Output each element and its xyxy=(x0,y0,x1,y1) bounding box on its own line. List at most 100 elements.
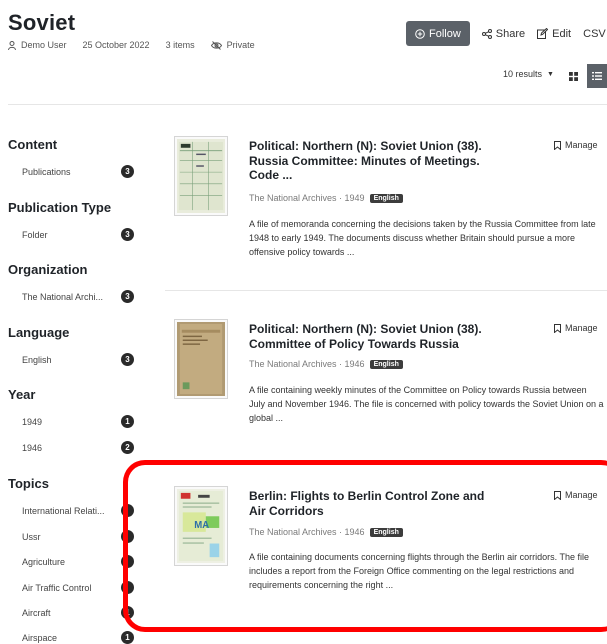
owner-name: Demo User xyxy=(21,40,67,50)
facet-count-badge: 3 xyxy=(121,165,134,178)
edit-label: Edit xyxy=(552,27,572,40)
facet-item-1949[interactable]: 1949 1 xyxy=(22,415,134,428)
result-description: A file containing documents concerning f… xyxy=(249,552,590,590)
result-source: The National Archives · 1949 xyxy=(249,193,365,203)
result-title-line: Air Corridors xyxy=(249,503,324,518)
facet-item-aircraft[interactable]: Aircraft 1 xyxy=(22,606,134,619)
edit-icon xyxy=(537,28,549,39)
items-count: 3 items xyxy=(165,40,195,50)
collection-date: 25 October 2022 xyxy=(82,40,150,50)
manage-label: Manage xyxy=(565,140,598,150)
facet-item-air-traffic-control[interactable]: Air Traffic Control xyxy=(22,581,134,594)
facet-item-label: Airspace xyxy=(22,632,58,643)
facet-item-publications[interactable]: Publications 3 xyxy=(22,165,134,178)
thumbnail-stamp-text: MA xyxy=(194,520,209,531)
result-meta: The National Archives · 1946 English xyxy=(249,359,403,369)
facet-item-label: The National Archi... xyxy=(22,291,104,302)
facet-heading-publication-type: Publication Type xyxy=(8,200,112,215)
csv-button[interactable]: CSV xyxy=(583,21,606,46)
facet-count-badge xyxy=(121,581,134,594)
facet-item-agriculture[interactable]: Agriculture xyxy=(22,555,134,568)
facet-heading-year: Year xyxy=(8,387,36,402)
bookmark-icon xyxy=(554,490,561,500)
result-source: The National Archives · 1946 xyxy=(249,527,365,537)
plus-circle-icon xyxy=(415,28,425,39)
list-view-button[interactable] xyxy=(587,64,607,88)
share-icon xyxy=(481,28,492,39)
facet-heading-content: Content xyxy=(8,137,58,152)
result-title-line: Berlin: Flights to Berlin Control Zone a… xyxy=(249,489,485,503)
facet-item-international-relations[interactable]: International Relati... xyxy=(22,504,134,517)
facet-count-badge: 1 xyxy=(121,606,134,619)
result-meta: The National Archives · 1946 English xyxy=(249,527,403,537)
bookmark-icon xyxy=(554,323,561,333)
results-per-page-value: 10 results xyxy=(503,69,543,79)
facet-item-english[interactable]: English 3 xyxy=(22,353,134,366)
edit-button[interactable]: Edit xyxy=(537,21,571,46)
document-thumbnail-image xyxy=(177,139,225,213)
result-title[interactable]: Political: Northern (N): Soviet Union (3… xyxy=(249,139,519,183)
manage-label: Manage xyxy=(565,490,598,500)
header-divider xyxy=(8,104,607,105)
result-title-line: Russia Committee: Minutes of Meetings. xyxy=(249,153,480,168)
language-badge: English xyxy=(369,359,403,369)
grid-view-button[interactable] xyxy=(566,68,580,84)
facet-item-label: 1946 xyxy=(22,442,43,453)
facet-count-badge: 1 xyxy=(121,631,134,644)
language-badge: English xyxy=(369,193,403,203)
facet-count-badge: 3 xyxy=(121,353,134,366)
collection-meta: Demo User 25 October 2022 3 items Privat… xyxy=(8,40,255,50)
facet-heading-organization: Organization xyxy=(8,262,88,277)
facet-count-badge xyxy=(121,555,134,568)
facet-item-ussr[interactable]: Ussr xyxy=(22,530,134,543)
list-view-icon xyxy=(592,72,602,80)
manage-button[interactable]: Manage xyxy=(554,140,598,150)
result-thumbnail[interactable] xyxy=(174,319,228,399)
result-divider xyxy=(165,290,607,291)
visibility-label: Private xyxy=(226,40,255,50)
facet-item-folder[interactable]: Folder 3 xyxy=(22,228,134,241)
caret-down-icon: ▼ xyxy=(547,70,554,78)
facet-item-label: Folder xyxy=(22,229,48,240)
owner[interactable]: Demo User xyxy=(8,40,67,50)
grid-view-icon xyxy=(568,71,578,81)
result-title-line: Political: Northern (N): Soviet Union (3… xyxy=(249,322,482,336)
manage-button[interactable]: Manage xyxy=(554,323,598,333)
result-title-line: Committee of Policy Towards Russia xyxy=(249,336,459,351)
share-button[interactable]: Share xyxy=(481,21,526,46)
result-thumbnail[interactable] xyxy=(174,136,228,216)
result-title-line: Political: Northern (N): Soviet Union (3… xyxy=(249,139,482,153)
follow-button[interactable]: Follow xyxy=(406,21,470,46)
result-title-line: Code ... xyxy=(249,168,293,182)
eye-slash-icon xyxy=(210,40,222,50)
results-per-page-select[interactable]: 10 results ▼ xyxy=(503,69,554,79)
header-actions: Follow Share Edit CSV xyxy=(406,21,606,46)
user-icon xyxy=(8,40,16,50)
bookmark-icon xyxy=(554,140,561,150)
document-thumbnail-image: MA xyxy=(177,489,225,563)
manage-label: Manage xyxy=(565,323,598,333)
facet-count-badge: 3 xyxy=(121,290,134,303)
share-label: Share xyxy=(495,27,526,40)
facet-count-badge: 1 xyxy=(121,415,134,428)
result-title[interactable]: Berlin: Flights to Berlin Control Zone a… xyxy=(249,489,519,518)
facet-item-label: 1949 xyxy=(22,416,43,427)
facet-item-label: International Relati... xyxy=(22,505,105,516)
csv-label: CSV xyxy=(583,27,606,40)
result-title[interactable]: Political: Northern (N): Soviet Union (3… xyxy=(249,322,519,351)
manage-button[interactable]: Manage xyxy=(554,490,598,500)
language-badge: English xyxy=(369,527,403,537)
facet-item-airspace[interactable]: Airspace 1 xyxy=(22,631,134,644)
facet-item-1946[interactable]: 1946 2 xyxy=(22,441,134,454)
result-item: Political: Northern (N): Soviet Union (3… xyxy=(165,130,607,290)
result-item: Political: Northern (N): Soviet Union (3… xyxy=(165,313,607,473)
follow-label: Follow xyxy=(429,27,461,40)
facet-item-national-archives[interactable]: The National Archi... 3 xyxy=(22,290,134,303)
visibility: Private xyxy=(210,40,255,50)
facet-count-badge xyxy=(121,504,134,517)
facet-count-badge: 3 xyxy=(121,228,134,241)
result-thumbnail[interactable]: MA xyxy=(174,486,228,566)
result-description: A file containing weekly minutes of the … xyxy=(249,385,604,423)
facet-count-badge xyxy=(121,530,134,543)
result-item: MA Berlin: Flights to Berlin Control Zon… xyxy=(165,480,607,630)
